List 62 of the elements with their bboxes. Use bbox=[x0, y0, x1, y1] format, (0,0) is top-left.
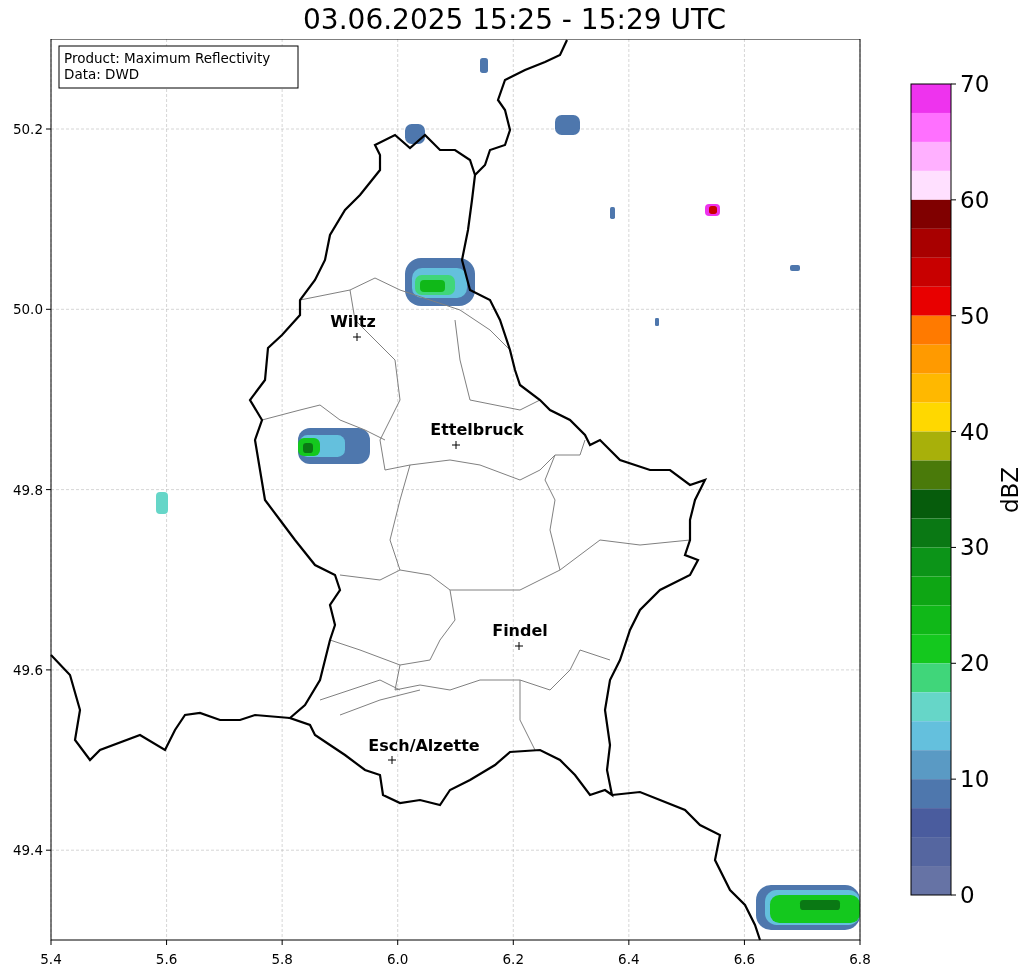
info-text: Data: DWD bbox=[64, 66, 140, 82]
city-label: Ettelbruck bbox=[430, 420, 524, 439]
tick-mark bbox=[950, 315, 957, 317]
tick-mark bbox=[950, 778, 957, 780]
tick-mark bbox=[45, 128, 52, 130]
axis-tick-label: 49.8 bbox=[12, 481, 43, 498]
tick-mark bbox=[512, 939, 514, 946]
axis-tick-label: 6.2 bbox=[502, 951, 525, 967]
scale-tick-label: 20 bbox=[960, 650, 990, 677]
scale-tick-label: 40 bbox=[960, 418, 990, 445]
city-label: Esch/Alzette bbox=[368, 736, 480, 755]
scale-tick-label: 70 bbox=[960, 71, 990, 97]
axis-tick-label: 6.4 bbox=[618, 951, 640, 967]
city-marker-icon bbox=[387, 755, 397, 765]
map-title: 03.06.2025 15:25 - 15:29 UTC bbox=[303, 5, 726, 34]
scale-tick-label: 30 bbox=[960, 534, 990, 561]
axis-tick-label: 6.6 bbox=[733, 951, 756, 967]
tick-mark bbox=[743, 939, 745, 946]
radar-echo bbox=[480, 58, 488, 73]
city-marker-icon bbox=[514, 641, 524, 651]
axis-tick-label: 5.6 bbox=[155, 951, 178, 967]
radar-echo bbox=[790, 265, 800, 271]
tick-mark bbox=[45, 849, 52, 851]
tick-mark bbox=[397, 939, 399, 946]
scale-tick-label: 50 bbox=[960, 302, 990, 329]
radar-echo bbox=[705, 204, 720, 216]
tick-mark bbox=[950, 83, 957, 85]
tick-mark bbox=[950, 431, 957, 433]
tick-mark bbox=[950, 199, 957, 201]
axis-tick-label: 49.4 bbox=[12, 842, 43, 859]
tick-mark bbox=[45, 669, 52, 671]
axis-tick-label: 6.8 bbox=[849, 951, 871, 967]
axis-tick-label: 50.0 bbox=[12, 301, 43, 318]
tick-mark bbox=[281, 939, 283, 946]
city-marker-icon bbox=[352, 332, 362, 342]
tick-mark bbox=[628, 939, 630, 946]
scale-label: dBZ bbox=[997, 466, 1023, 514]
info-text: Product: Maximum Reflectivity bbox=[64, 50, 271, 66]
axis-tick-label: 5.8 bbox=[271, 951, 293, 967]
axis-tick-label: 49.6 bbox=[12, 661, 43, 678]
tick-mark bbox=[166, 939, 168, 946]
radar-echo bbox=[156, 492, 168, 514]
tick-mark bbox=[950, 894, 957, 896]
radar-echo bbox=[298, 428, 370, 464]
city-label: Findel bbox=[492, 621, 548, 640]
tick-mark bbox=[50, 939, 52, 946]
tick-mark bbox=[950, 546, 957, 548]
tick-mark bbox=[950, 662, 957, 664]
radar-echo bbox=[610, 207, 615, 219]
tick-mark bbox=[45, 489, 52, 491]
city-label: Wiltz bbox=[330, 312, 376, 331]
scale-tick-label: 60 bbox=[960, 186, 990, 213]
tick-mark bbox=[859, 939, 861, 946]
tick-mark bbox=[45, 308, 52, 310]
scale-tick-label: 0 bbox=[960, 882, 975, 908]
axis-tick-label: 6.0 bbox=[386, 951, 409, 967]
radar-echo bbox=[555, 115, 580, 135]
radar-echo bbox=[655, 318, 659, 326]
city-marker-icon bbox=[451, 440, 461, 450]
axis-tick-label: 5.4 bbox=[40, 951, 62, 967]
scale-tick-label: 10 bbox=[960, 766, 990, 793]
axis-tick-label: 50.2 bbox=[12, 121, 43, 137]
